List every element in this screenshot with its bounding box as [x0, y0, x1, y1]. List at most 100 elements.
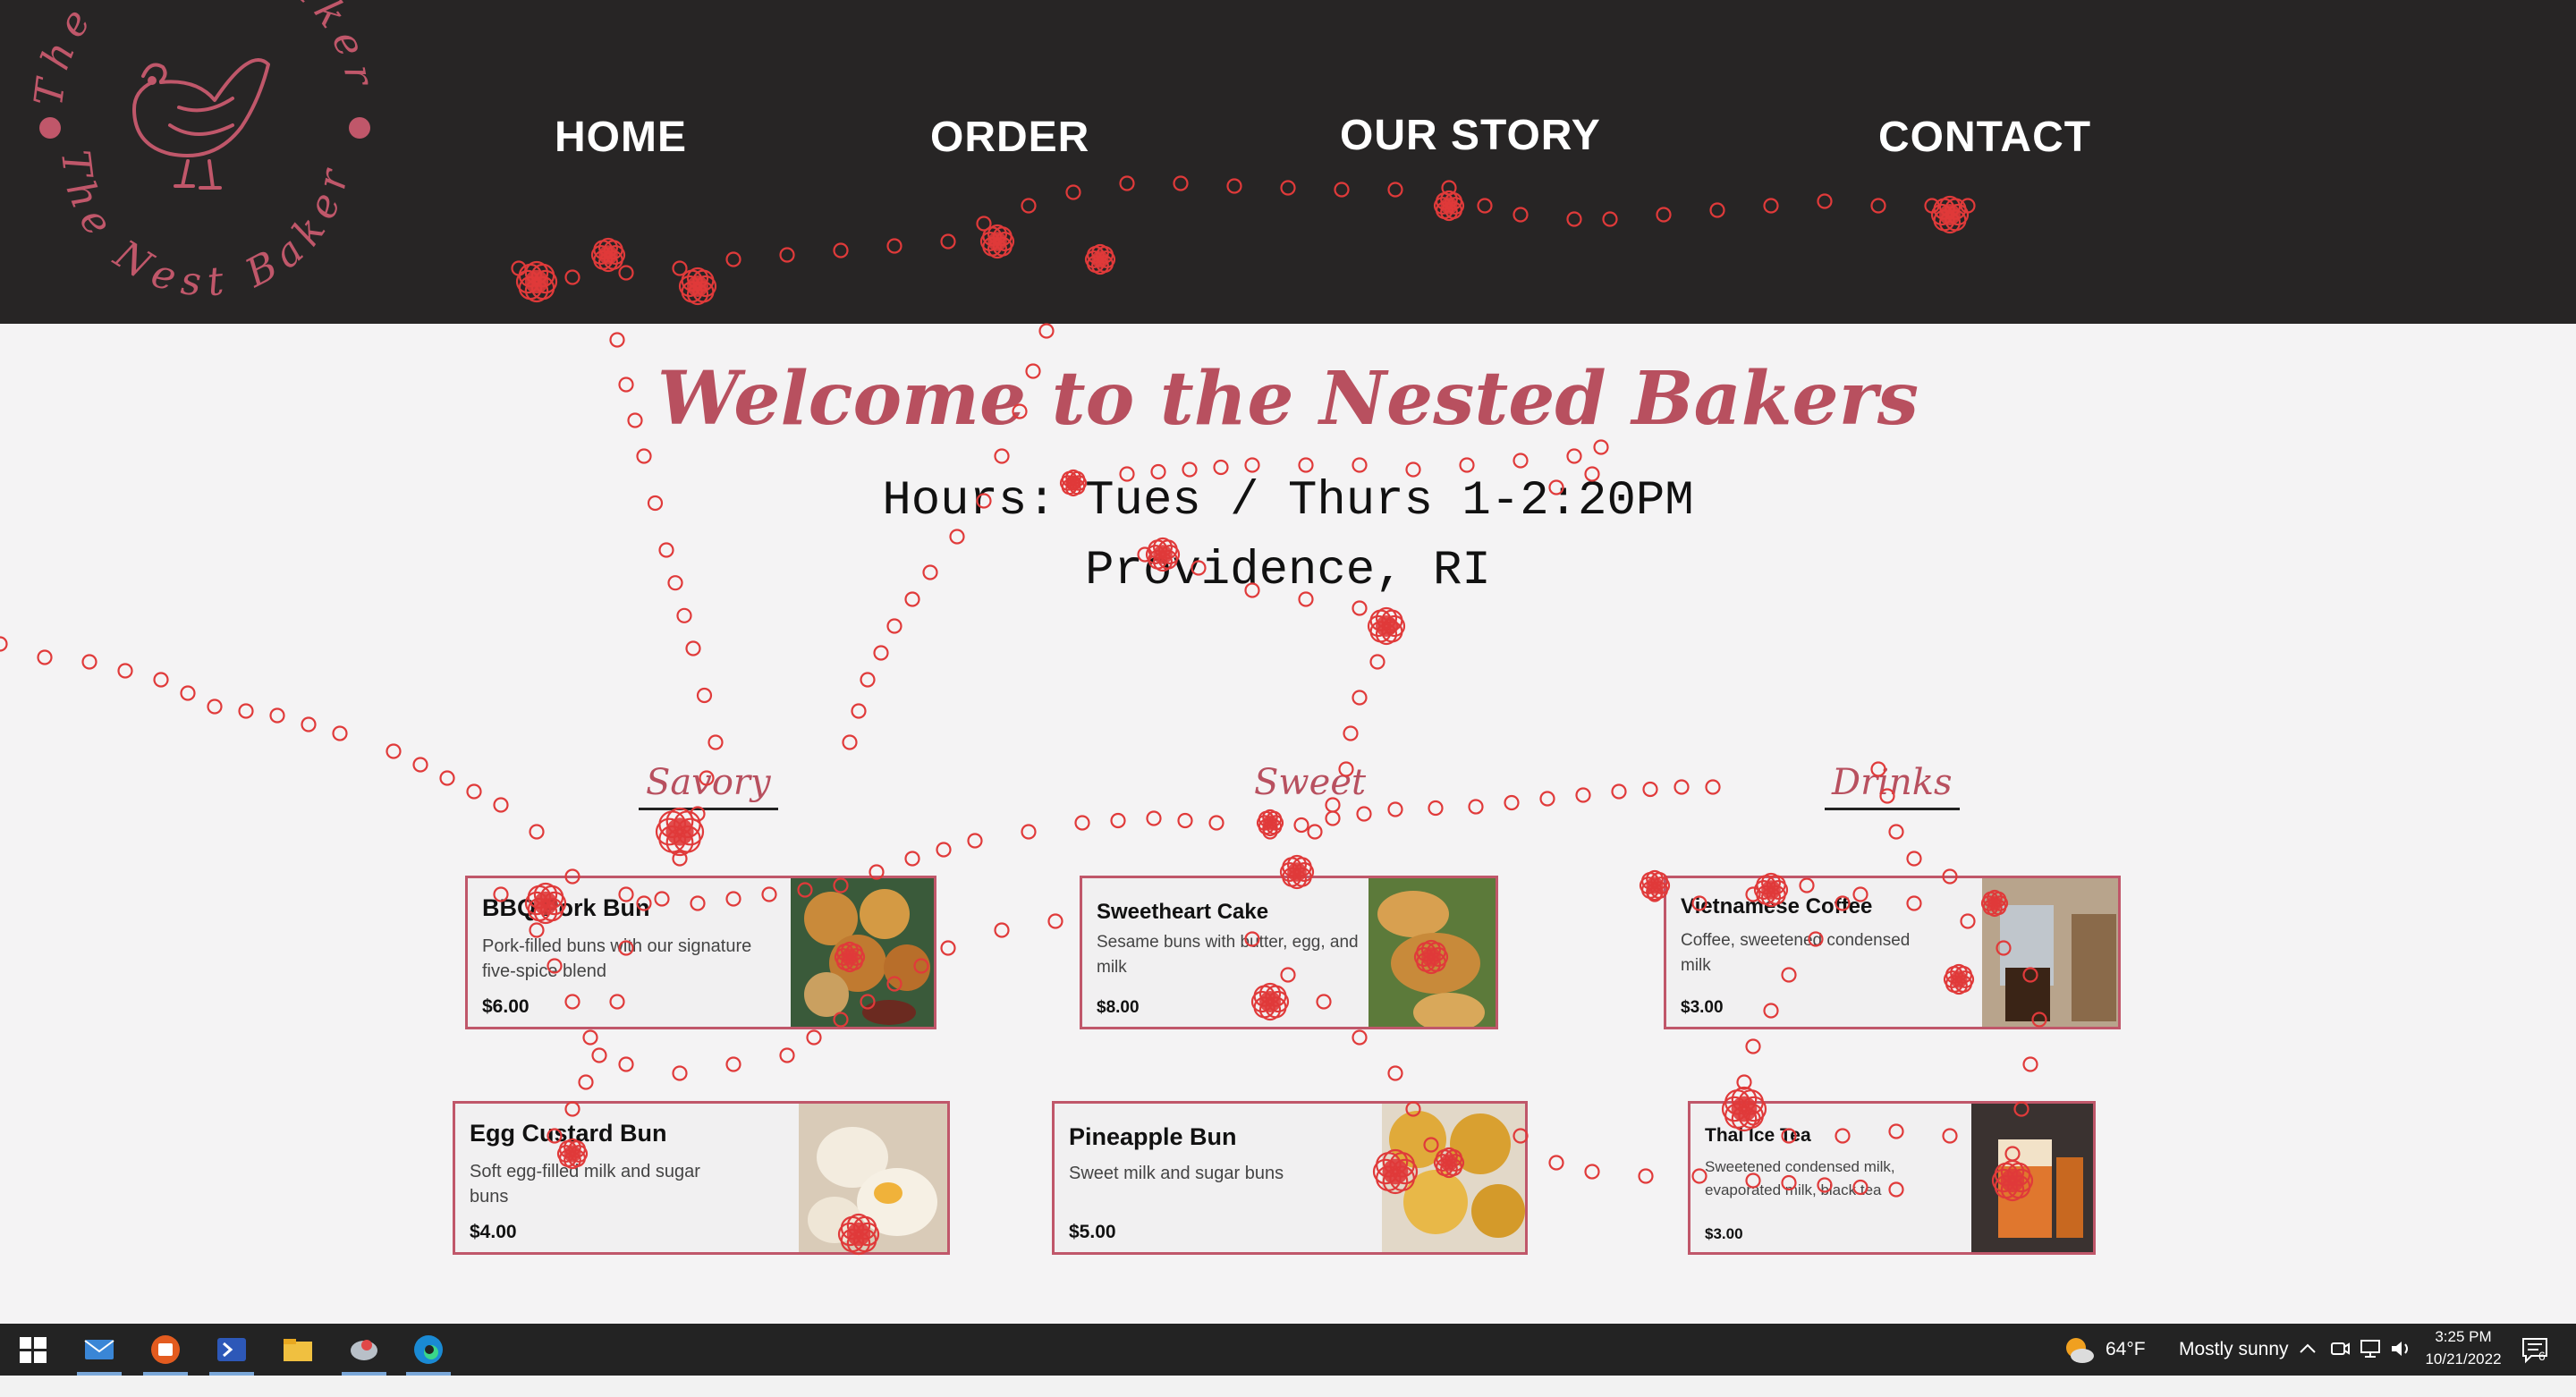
gaze-point: [547, 1128, 563, 1144]
gaze-point: [1548, 479, 1564, 495]
system-clock[interactable]: 3:25 PM 10/21/2022: [2417, 1325, 2510, 1370]
gaze-point: [913, 958, 929, 974]
gaze-fixation-core: [1421, 947, 1441, 967]
gaze-fixation-core: [1287, 862, 1307, 882]
gaze-fixation-core: [1382, 1158, 1409, 1185]
gaze-point: [1584, 1164, 1600, 1180]
volume-icon[interactable]: [2388, 1336, 2413, 1361]
gaze-point: [994, 922, 1010, 938]
gaze-point: [1513, 453, 1529, 469]
gaze-point: [967, 833, 983, 849]
weather-condition[interactable]: Mostly sunny: [2179, 1339, 2289, 1360]
gaze-fixation-core: [524, 269, 549, 294]
gaze-fixation-core: [687, 275, 708, 297]
eye-tracker-app-icon[interactable]: [347, 1333, 381, 1367]
gaze-point: [1146, 810, 1162, 826]
gaze-point: [1642, 781, 1658, 798]
gaze-point: [1709, 202, 1725, 218]
gaze-point: [1691, 895, 1707, 911]
notification-center-icon[interactable]: [2519, 1334, 2551, 1365]
gaze-point: [1879, 788, 1895, 804]
gaze-point: [529, 824, 545, 840]
gaze-point: [1208, 815, 1224, 831]
gaze-point: [1369, 654, 1385, 670]
gaze-fixation-core: [1939, 204, 1961, 225]
gaze-point: [1888, 1181, 1904, 1198]
gaze-point: [2013, 1101, 2029, 1117]
gaze-point: [1906, 851, 1922, 867]
windows-start-icon[interactable]: [16, 1333, 50, 1367]
gaze-point: [636, 895, 652, 911]
gaze-point: [1356, 806, 1372, 822]
gaze-point: [618, 377, 634, 393]
gaze-point: [1575, 787, 1591, 803]
gaze-point: [493, 886, 509, 902]
gaze-point: [0, 636, 8, 652]
media-app-icon[interactable]: [148, 1333, 182, 1367]
powershell-icon[interactable]: [215, 1333, 249, 1367]
gaze-point: [153, 672, 169, 688]
gaze-point: [1504, 794, 1520, 811]
weather-temp[interactable]: 64°F: [2106, 1339, 2146, 1360]
screen-bottom-edge: [0, 1376, 2576, 1397]
gaze-point: [117, 663, 133, 679]
gaze-point: [1513, 207, 1529, 223]
gaze-fixation-core: [1731, 1096, 1758, 1122]
gaze-point: [1244, 582, 1260, 598]
gaze-point: [618, 1056, 634, 1072]
gaze-point: [1745, 1038, 1761, 1054]
meet-now-icon[interactable]: [2327, 1336, 2352, 1361]
gaze-point: [547, 958, 563, 974]
gaze-point: [618, 886, 634, 902]
gaze-point: [1745, 1173, 1761, 1189]
gaze-point: [636, 448, 652, 464]
gaze-point: [1468, 799, 1484, 815]
gaze-point: [386, 743, 402, 759]
gaze-fixation-core: [846, 1222, 871, 1247]
file-explorer-icon[interactable]: [281, 1333, 315, 1367]
gaze-point: [618, 265, 634, 281]
gaze-point: [582, 1029, 598, 1046]
gaze-point: [1280, 967, 1296, 983]
gaze-point: [1566, 448, 1582, 464]
gaze-point: [1763, 1003, 1779, 1019]
gaze-point: [725, 1056, 741, 1072]
chevron-up-icon[interactable]: [2295, 1336, 2320, 1361]
gaze-point: [1705, 779, 1721, 795]
gaze-point: [1548, 1155, 1564, 1171]
gaze-point: [564, 269, 580, 285]
gaze-point: [940, 233, 956, 250]
gaze-point: [564, 994, 580, 1010]
gaze-point: [1611, 783, 1627, 800]
gaze-point: [1405, 461, 1421, 478]
gaze-point: [529, 922, 545, 938]
gaze-point: [725, 891, 741, 907]
gaze-point: [1817, 193, 1833, 209]
gaze-point: [1047, 913, 1063, 929]
gaze-point: [1763, 198, 1779, 214]
gaze-point: [1065, 184, 1081, 200]
notification-count: 6: [2538, 1349, 2546, 1363]
gaze-point: [180, 685, 196, 701]
gaze-point: [676, 607, 692, 623]
weather-sun-icon[interactable]: [2063, 1334, 2095, 1365]
gaze-fixation-core: [1440, 1154, 1458, 1172]
gaze-point: [1799, 877, 1815, 893]
clock-date: 10/21/2022: [2425, 1350, 2502, 1367]
network-icon[interactable]: [2358, 1336, 2383, 1361]
gaze-point: [1996, 940, 2012, 956]
gaze-fixation-core: [1091, 250, 1109, 268]
gaze-point: [940, 940, 956, 956]
gaze-point: [1691, 1168, 1707, 1184]
edge-browser-icon[interactable]: [411, 1333, 445, 1367]
gaze-point: [779, 247, 795, 263]
gaze-point: [708, 734, 724, 750]
gaze-fixation-core: [1065, 475, 1081, 491]
gaze-point: [1352, 600, 1368, 616]
gaze-fixation-core: [1440, 197, 1458, 215]
gaze-point: [332, 725, 348, 741]
gaze-point: [1387, 182, 1403, 198]
mail-icon[interactable]: [82, 1333, 116, 1367]
gaze-fixation-core: [1259, 991, 1281, 1012]
gaze-point: [1477, 198, 1493, 214]
